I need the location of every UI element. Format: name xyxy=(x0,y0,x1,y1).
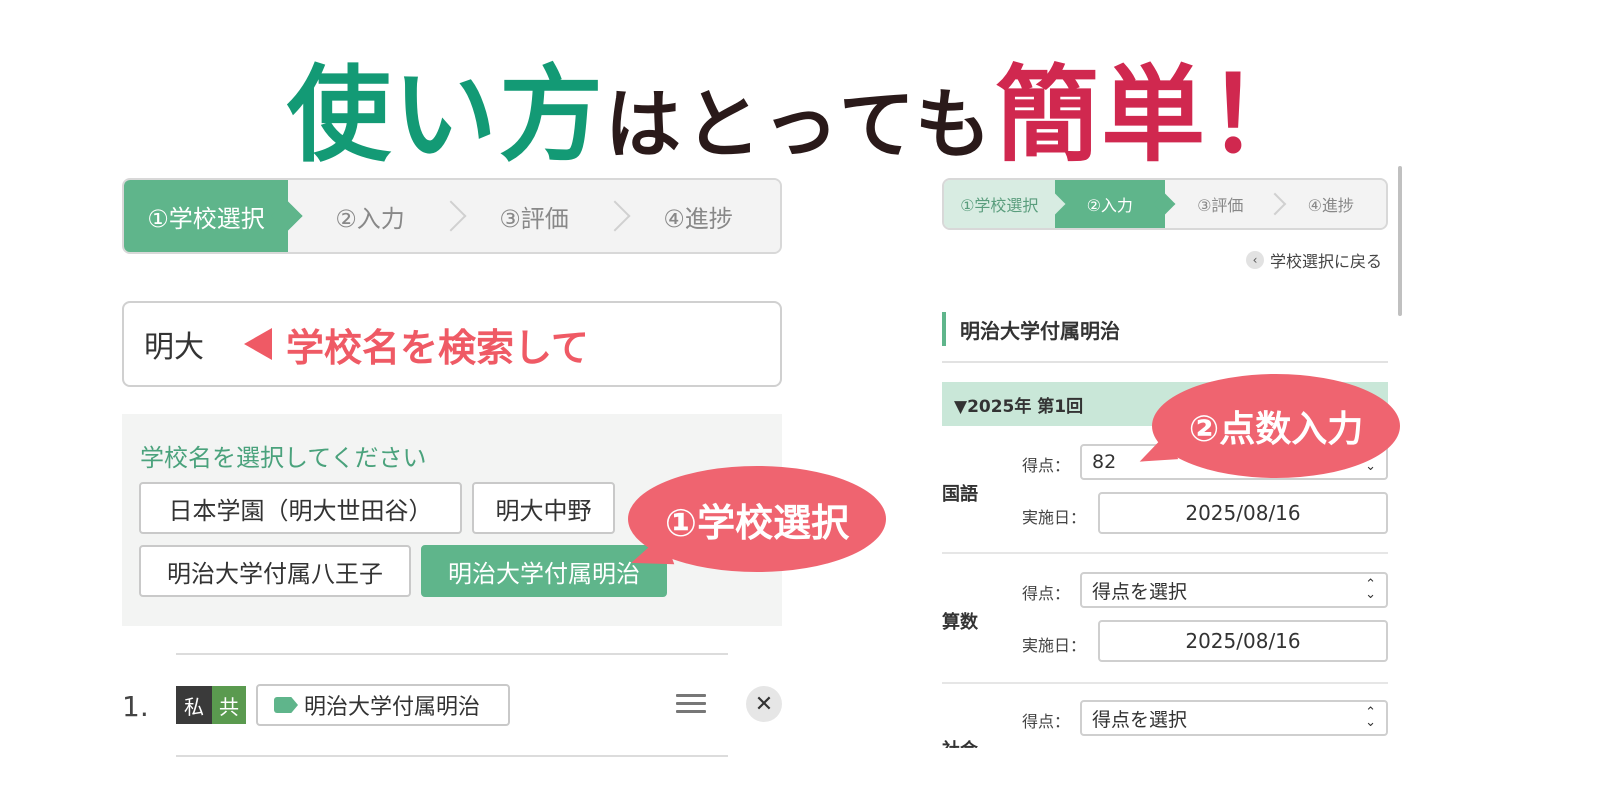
chevron-left-icon: ‹ xyxy=(1246,251,1264,269)
step-progress[interactable]: ④進捗 xyxy=(1275,180,1386,228)
list-divider xyxy=(176,755,728,757)
step-evaluation[interactable]: ③評価 xyxy=(1165,180,1286,228)
step-label: ①学校選択 xyxy=(147,204,265,233)
step-school-select[interactable]: ①学校選択 xyxy=(944,180,1065,228)
step-evaluation[interactable]: ③評価 xyxy=(452,180,631,252)
date-input[interactable]: 2025/08/16 xyxy=(1098,492,1388,534)
label-tag-icon xyxy=(274,697,298,713)
score-select[interactable]: 得点を選択 ⌃ ⌄ xyxy=(1080,700,1388,736)
left-stepper: ①学校選択 ②入力 ③評価 ④進捗 xyxy=(122,178,782,254)
pointer-arrow-icon xyxy=(244,328,272,360)
school-search-input[interactable]: 明大 学校名を検索して xyxy=(122,301,782,387)
subject-label: 国語 xyxy=(942,484,978,505)
scrollbar[interactable] xyxy=(1398,166,1402,316)
school-option[interactable]: 明治大学付属八王子 xyxy=(139,545,411,597)
school-title: 明治大学付属明治 xyxy=(942,312,1120,346)
score-value: 得点を選択 xyxy=(1092,580,1188,603)
score-label: 得点： xyxy=(1022,584,1071,603)
date-label: 実施日： xyxy=(1022,636,1087,655)
step-label: ①学校選択 xyxy=(960,196,1039,215)
step-label: ②入力 xyxy=(335,204,405,233)
headline-part-2: はとっても xyxy=(604,80,996,169)
list-item-number: 1. xyxy=(122,690,149,723)
select-caret-icon: ⌃⌄ xyxy=(1365,705,1376,730)
back-to-school-select-link[interactable]: ‹ 学校選択に戻る xyxy=(1246,248,1382,272)
list-school-chip[interactable]: 明治大学付属明治 xyxy=(256,684,510,726)
list-divider xyxy=(176,653,728,655)
subject-label: 算数 xyxy=(942,612,978,633)
tag-private: 私 xyxy=(176,686,212,724)
step-label: ③評価 xyxy=(1197,196,1244,215)
step-label: ④進捗 xyxy=(663,204,733,233)
step-input[interactable]: ②入力 xyxy=(1054,180,1176,228)
search-value: 明大 xyxy=(144,330,204,365)
search-hint: 学校名を検索して xyxy=(286,325,589,370)
remove-icon[interactable]: ✕ xyxy=(746,686,782,722)
callout-school-select: ①学校選択 xyxy=(628,466,886,572)
headline-part-1: 使い方 xyxy=(286,54,605,176)
score-value: 得点を選択 xyxy=(1092,708,1188,731)
divider xyxy=(942,552,1388,554)
step-progress[interactable]: ④進捗 xyxy=(616,180,780,252)
school-option[interactable]: 明大中野 xyxy=(472,482,615,534)
divider xyxy=(942,682,1388,684)
headline: 使い方はとっても簡単！ xyxy=(0,30,1600,181)
drag-handle-icon[interactable] xyxy=(676,694,706,714)
step-label: ②入力 xyxy=(1086,196,1133,215)
step-label: ③評価 xyxy=(499,204,569,233)
score-label: 得点： xyxy=(1022,456,1071,475)
back-link-label: 学校選択に戻る xyxy=(1270,252,1383,271)
divider xyxy=(942,361,1388,363)
step-label: ④進捗 xyxy=(1307,196,1354,215)
select-caret-icon: ⌃⌄ xyxy=(1365,577,1376,602)
score-select[interactable]: 得点を選択 ⌃ ⌄ xyxy=(1080,572,1388,608)
school-option[interactable]: 日本学園（明大世田谷） xyxy=(139,482,462,534)
step-input[interactable]: ②入力 xyxy=(288,180,467,252)
score-label: 得点： xyxy=(1022,712,1071,731)
tag-coed: 共 xyxy=(212,686,246,724)
subject-label: 社会 xyxy=(942,736,978,748)
headline-part-3: 簡単！ xyxy=(995,54,1314,176)
date-input[interactable]: 2025/08/16 xyxy=(1098,620,1388,662)
list-school-name: 明治大学付属明治 xyxy=(304,695,481,720)
date-label: 実施日： xyxy=(1022,508,1087,527)
callout-score-input: ②点数入力 xyxy=(1152,374,1400,478)
select-panel-title: 学校名を選択してください xyxy=(140,444,427,472)
score-value: 82 xyxy=(1092,451,1117,473)
right-stepper: ①学校選択 ②入力 ③評価 ④進捗 xyxy=(942,178,1388,230)
step-school-select[interactable]: ①学校選択 xyxy=(124,180,303,252)
